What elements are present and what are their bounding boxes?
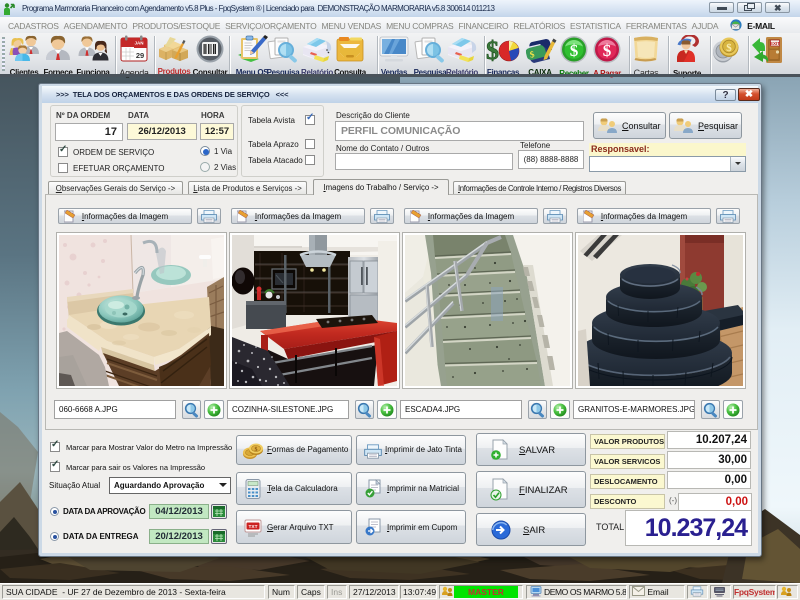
svg-text:EXIT: EXIT [770, 41, 780, 46]
svg-text:$: $ [603, 41, 612, 60]
svg-text:TXT: TXT [248, 524, 257, 530]
svg-text:$: $ [570, 41, 579, 60]
svg-text:$: $ [726, 42, 732, 54]
svg-text:JAN: JAN [134, 41, 143, 46]
svg-text:$: $ [255, 446, 258, 453]
svg-text:29: 29 [136, 51, 144, 60]
svg-text:$: $ [486, 36, 499, 64]
